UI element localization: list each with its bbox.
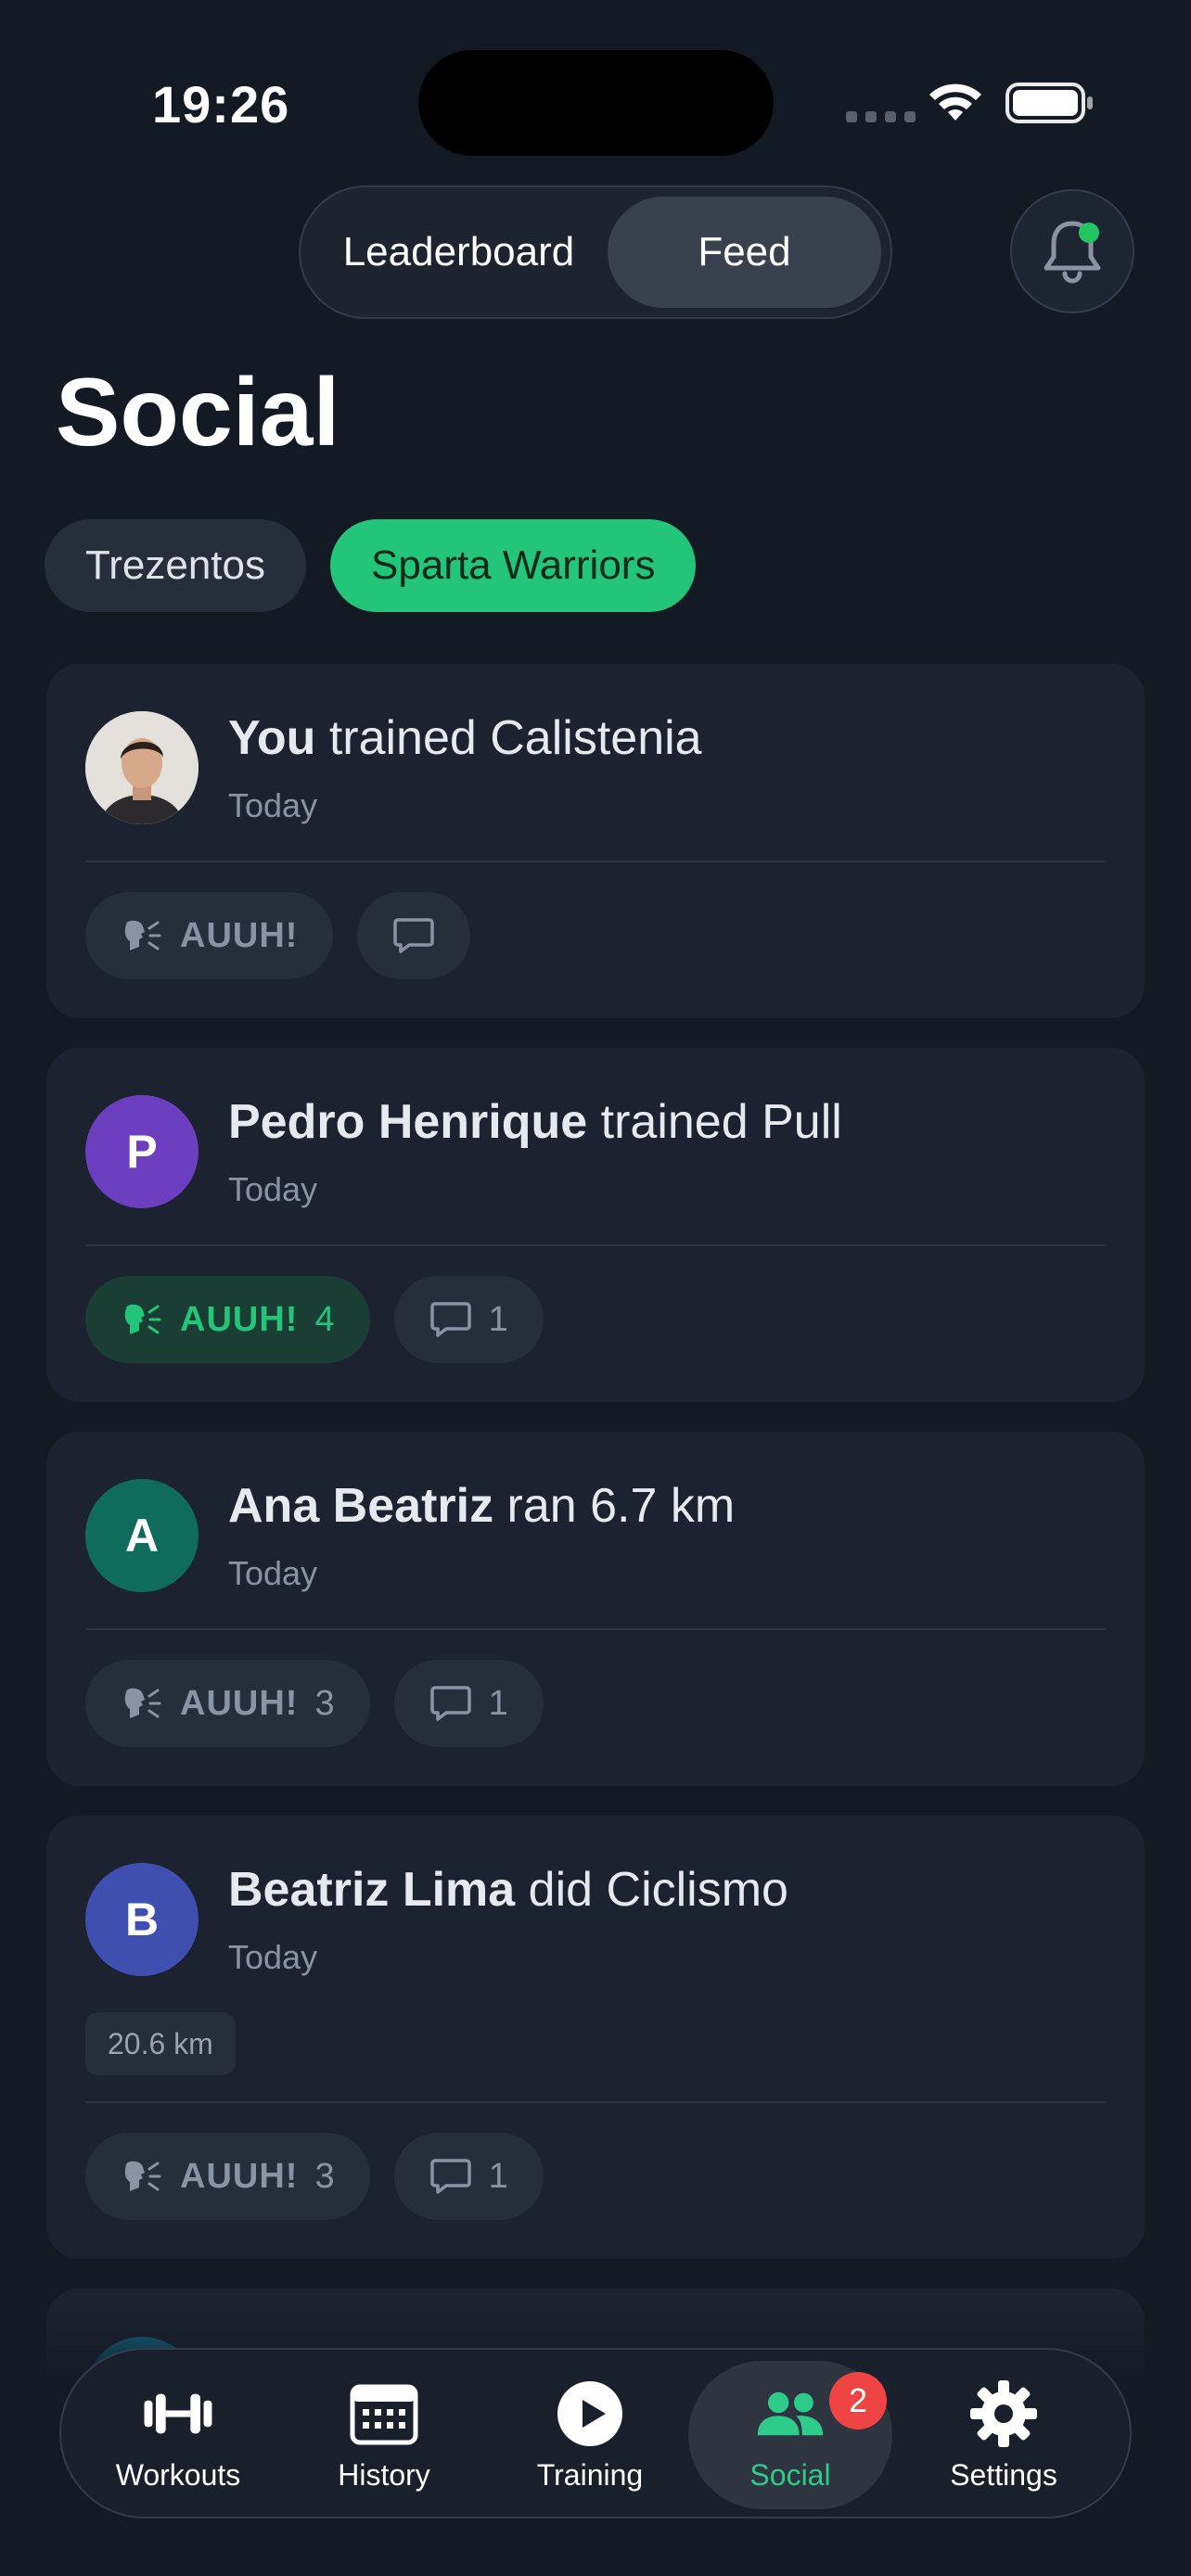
divider [85,2101,1106,2103]
shout-icon [124,920,161,950]
tab-settings[interactable]: Settings [902,2361,1106,2509]
user-photo-icon [85,711,198,824]
comment-button[interactable]: 1 [393,2133,544,2220]
post-time: Today [228,786,318,824]
group-chip-sparta-warriors[interactable]: Sparta Warriors [330,519,697,612]
group-chip-trezentos[interactable]: Trezentos [45,519,307,612]
avatar[interactable]: B [85,1863,198,1976]
distance-tag: 20.6 km [85,2012,236,2075]
comment-count: 1 [488,2156,508,2196]
comment-count: 1 [488,1299,508,1339]
author-name[interactable]: Ana Beatriz [228,1479,493,1533]
feed-card[interactable]: You trained Calistenia Today AUUH! [46,664,1145,1018]
activity-text: trained Pull [600,1095,842,1149]
feed-card[interactable]: B Beatriz Lima did Ciclismo Today 20.6 k… [46,1816,1145,2259]
avatar[interactable] [85,711,198,824]
wifi-icon [929,83,981,121]
signal-icon [846,111,916,122]
tab-label: Workouts [115,2457,241,2492]
post-time: Today [228,1554,318,1592]
tab-history[interactable]: History [282,2361,486,2509]
auuh-button[interactable]: AUUH! [85,892,334,979]
people-icon [757,2391,824,2435]
comment-icon [429,1302,471,1337]
status-time: 19:26 [152,75,290,134]
page-title: Social [56,359,340,466]
battery-icon [1005,83,1093,123]
shout-icon [124,1304,161,1334]
feed-card[interactable]: A Ana Beatriz ran 6.7 km Today AUUH! 3 1 [46,1432,1145,1786]
author-name[interactable]: Beatriz Lima [228,1863,515,1917]
auuh-label: AUUH! [180,2156,299,2196]
tab-bar: Workouts History Training Social 2 Setti… [59,2348,1132,2519]
author-name[interactable]: Pedro Henrique [228,1095,587,1149]
notification-dot [1079,223,1099,243]
comment-icon [429,2159,471,2194]
tab-social[interactable]: Social 2 [688,2361,892,2509]
feed-card[interactable]: P Pedro Henrique trained Pull Today AUUH… [46,1048,1145,1402]
activity-text: did Ciclismo [528,1863,788,1917]
auuh-count: 4 [314,1299,335,1339]
comment-button[interactable]: 1 [393,1660,544,1747]
auuh-count: 3 [314,2156,335,2196]
auuh-label: AUUH! [180,1299,299,1339]
author-name[interactable]: You [228,711,315,765]
activity-text: trained Calistenia [328,711,702,765]
post-time: Today [228,1938,318,1976]
auuh-button[interactable]: AUUH! 4 [85,1276,370,1363]
avatar[interactable]: A [85,1479,198,1592]
tab-label: Social [749,2457,831,2492]
comment-button[interactable]: 1 [393,1276,544,1363]
gear-icon [970,2379,1037,2447]
segment-feed[interactable]: Feed [607,197,881,308]
avatar[interactable]: P [85,1095,198,1208]
auuh-button[interactable]: AUUH! 3 [85,2133,370,2220]
divider [85,1244,1106,1246]
comment-icon [393,918,435,953]
shout-icon [124,2161,161,2191]
comment-button[interactable] [357,892,471,979]
view-segmented-control: Leaderboard Feed [299,185,892,319]
tab-label: Settings [950,2457,1057,2492]
dynamic-island [418,50,774,156]
activity-text: ran 6.7 km [506,1479,736,1533]
calendar-icon [350,2384,418,2444]
divider [85,1628,1106,1630]
segment-leaderboard[interactable]: Leaderboard [310,197,608,308]
tab-training[interactable]: Training [488,2361,692,2509]
post-time: Today [228,1170,318,1208]
dumbbell-icon [144,2393,212,2433]
notification-badge: 2 [829,2372,887,2429]
divider [85,861,1106,862]
tab-label: Training [536,2457,644,2492]
auuh-label: AUUH! [180,915,299,955]
auuh-label: AUUH! [180,1683,299,1723]
group-chips: Trezentos Sparta Warriors [45,519,697,612]
play-icon [557,2380,622,2446]
comment-icon [429,1686,471,1721]
notifications-button[interactable] [1010,189,1134,313]
comment-count: 1 [488,1683,508,1723]
auuh-count: 3 [314,1683,335,1723]
shout-icon [124,1688,161,1718]
tab-label: History [338,2457,430,2492]
auuh-button[interactable]: AUUH! 3 [85,1660,370,1747]
tab-workouts[interactable]: Workouts [76,2361,280,2509]
